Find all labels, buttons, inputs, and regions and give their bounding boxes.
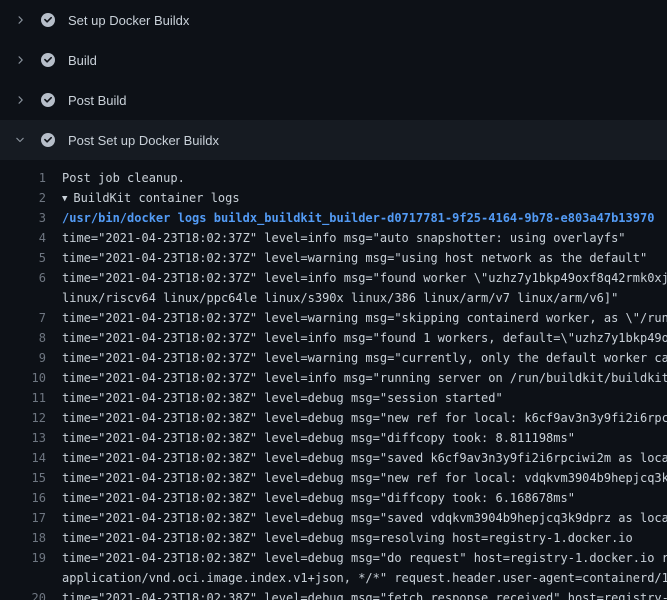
log-line: 15 time="2021-04-23T18:02:38Z" level=deb… [0, 468, 667, 488]
step-row-0[interactable]: Set up Docker Buildx [0, 0, 667, 40]
success-check-icon [40, 12, 56, 28]
line-number[interactable]: 5 [0, 248, 46, 268]
log-line: 17 time="2021-04-23T18:02:38Z" level=deb… [0, 508, 667, 528]
log-line: 19 time="2021-04-23T18:02:38Z" level=deb… [0, 548, 667, 568]
log-line: 5 time="2021-04-23T18:02:37Z" level=warn… [0, 248, 667, 268]
line-text: time="2021-04-23T18:02:37Z" level=warnin… [62, 348, 667, 368]
line-number[interactable]: 3 [0, 208, 46, 228]
line-number[interactable]: 16 [0, 488, 46, 508]
line-number[interactable]: 17 [0, 508, 46, 528]
chevron-right-icon [14, 54, 26, 66]
step-label: Set up Docker Buildx [68, 13, 189, 28]
line-number[interactable]: 7 [0, 308, 46, 328]
line-number[interactable]: 1 [0, 168, 46, 188]
line-number[interactable]: 10 [0, 368, 46, 388]
line-number[interactable]: 12 [0, 408, 46, 428]
line-text: time="2021-04-23T18:02:37Z" level=info m… [62, 268, 667, 288]
line-text: Post job cleanup. [62, 168, 667, 188]
line-text: time="2021-04-23T18:02:38Z" level=debug … [62, 408, 667, 428]
log-lines: 1 Post job cleanup. 2 ▼BuildKit containe… [0, 168, 667, 600]
line-number[interactable]: 19 [0, 548, 46, 568]
line-text: time="2021-04-23T18:02:38Z" level=debug … [62, 508, 667, 528]
log-line: 16 time="2021-04-23T18:02:38Z" level=deb… [0, 488, 667, 508]
line-text: time="2021-04-23T18:02:37Z" level=info m… [62, 328, 667, 348]
log-line: 12 time="2021-04-23T18:02:38Z" level=deb… [0, 408, 667, 428]
success-check-icon [40, 132, 56, 148]
steps-list: Set up Docker Buildx Build Post Build Po… [0, 0, 667, 160]
step-row-3[interactable]: Post Set up Docker Buildx [0, 120, 667, 160]
chevron-down-icon [14, 134, 26, 146]
line-number[interactable] [0, 568, 46, 588]
chevron-right-icon [14, 14, 26, 26]
log-line: 7 time="2021-04-23T18:02:37Z" level=warn… [0, 308, 667, 328]
actions-log-viewer: Set up Docker Buildx Build Post Build Po… [0, 0, 667, 600]
log-panel: 1 Post job cleanup. 2 ▼BuildKit containe… [0, 160, 667, 600]
log-line: 13 time="2021-04-23T18:02:38Z" level=deb… [0, 428, 667, 448]
line-text: linux/riscv64 linux/ppc64le linux/s390x … [62, 288, 667, 308]
line-number[interactable]: 20 [0, 588, 46, 600]
log-line: 14 time="2021-04-23T18:02:38Z" level=deb… [0, 448, 667, 468]
step-label: Build [68, 53, 97, 68]
log-line: linux/riscv64 linux/ppc64le linux/s390x … [0, 288, 667, 308]
log-line: 10 time="2021-04-23T18:02:37Z" level=inf… [0, 368, 667, 388]
success-check-icon [40, 52, 56, 68]
log-line: 9 time="2021-04-23T18:02:37Z" level=warn… [0, 348, 667, 368]
success-check-icon [40, 92, 56, 108]
line-number[interactable]: 14 [0, 448, 46, 468]
line-text: time="2021-04-23T18:02:38Z" level=debug … [62, 548, 667, 568]
line-number[interactable]: 4 [0, 228, 46, 248]
line-text: time="2021-04-23T18:02:38Z" level=debug … [62, 528, 667, 548]
line-text: time="2021-04-23T18:02:37Z" level=warnin… [62, 248, 667, 268]
log-line: 6 time="2021-04-23T18:02:37Z" level=info… [0, 268, 667, 288]
line-number[interactable]: 11 [0, 388, 46, 408]
line-text: /usr/bin/docker logs buildx_buildkit_bui… [62, 208, 667, 228]
line-text: time="2021-04-23T18:02:37Z" level=warnin… [62, 308, 667, 328]
log-line: 11 time="2021-04-23T18:02:38Z" level=deb… [0, 388, 667, 408]
step-label: Post Set up Docker Buildx [68, 133, 219, 148]
line-text: time="2021-04-23T18:02:37Z" level=info m… [62, 228, 667, 248]
log-line: 8 time="2021-04-23T18:02:37Z" level=info… [0, 328, 667, 348]
line-number[interactable]: 15 [0, 468, 46, 488]
line-number[interactable]: 6 [0, 268, 46, 288]
line-number[interactable]: 13 [0, 428, 46, 448]
line-text: time="2021-04-23T18:02:38Z" level=debug … [62, 448, 667, 468]
line-text: time="2021-04-23T18:02:37Z" level=info m… [62, 368, 667, 388]
group-toggle-icon[interactable]: ▼ [62, 194, 67, 204]
line-text: time="2021-04-23T18:02:38Z" level=debug … [62, 588, 667, 600]
step-row-1[interactable]: Build [0, 40, 667, 80]
log-line: 20 time="2021-04-23T18:02:38Z" level=deb… [0, 588, 667, 600]
line-number[interactable] [0, 288, 46, 308]
line-text: time="2021-04-23T18:02:38Z" level=debug … [62, 468, 667, 488]
line-number[interactable]: 9 [0, 348, 46, 368]
step-label: Post Build [68, 93, 127, 108]
log-line: 4 time="2021-04-23T18:02:37Z" level=info… [0, 228, 667, 248]
log-line: 3 /usr/bin/docker logs buildx_buildkit_b… [0, 208, 667, 228]
line-number[interactable]: 2 [0, 188, 46, 208]
line-text: time="2021-04-23T18:02:38Z" level=debug … [62, 428, 667, 448]
line-number[interactable]: 8 [0, 328, 46, 348]
line-text[interactable]: ▼BuildKit container logs [62, 188, 667, 208]
log-line: 18 time="2021-04-23T18:02:38Z" level=deb… [0, 528, 667, 548]
log-line: application/vnd.oci.image.index.v1+json,… [0, 568, 667, 588]
line-text: time="2021-04-23T18:02:38Z" level=debug … [62, 488, 667, 508]
step-row-2[interactable]: Post Build [0, 80, 667, 120]
log-line[interactable]: 2 ▼BuildKit container logs [0, 188, 667, 208]
log-line: 1 Post job cleanup. [0, 168, 667, 188]
line-text: time="2021-04-23T18:02:38Z" level=debug … [62, 388, 667, 408]
chevron-right-icon [14, 94, 26, 106]
line-text: application/vnd.oci.image.index.v1+json,… [62, 568, 667, 588]
line-number[interactable]: 18 [0, 528, 46, 548]
